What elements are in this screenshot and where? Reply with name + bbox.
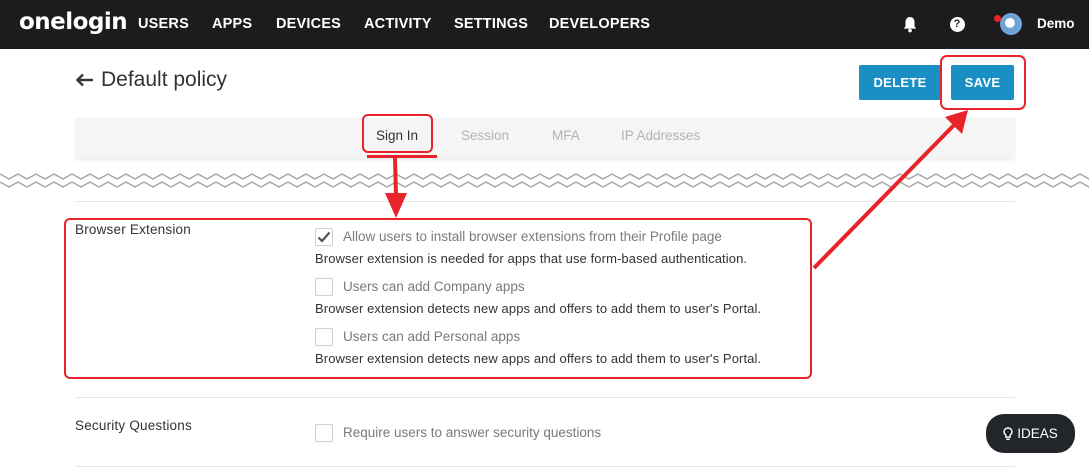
nav-devices[interactable]: DEVICES	[276, 16, 341, 32]
section-label-security-questions: Security Questions	[75, 418, 192, 433]
back-arrow-icon[interactable]	[75, 70, 95, 90]
annotation-box-save-button	[940, 55, 1026, 110]
active-tab-underline	[367, 155, 437, 158]
divider	[75, 397, 1015, 398]
annotation-box-browser-extension	[64, 218, 812, 379]
ideas-button[interactable]: IDEAS	[986, 414, 1075, 453]
tab-mfa[interactable]: MFA	[552, 128, 580, 143]
lightbulb-icon	[1003, 426, 1013, 440]
nav-users[interactable]: USERS	[138, 16, 189, 32]
tab-session[interactable]: Session	[461, 128, 509, 143]
checkbox-label-security-questions[interactable]: Require users to answer security questio…	[343, 425, 601, 440]
nav-developers[interactable]: DEVELOPERS	[549, 16, 650, 32]
checkbox-security-questions[interactable]	[315, 424, 333, 442]
nav-settings[interactable]: SETTINGS	[454, 16, 528, 32]
tab-ip-addresses[interactable]: IP Addresses	[621, 128, 700, 143]
ideas-label: IDEAS	[1017, 426, 1058, 441]
nav-activity[interactable]: ACTIVITY	[364, 16, 432, 32]
annotation-box-sign-in-tab	[362, 114, 433, 153]
policy-tabs: Sign In Session MFA IP Addresses	[75, 118, 1015, 158]
delete-button[interactable]: DELETE	[859, 65, 941, 100]
divider	[75, 466, 1015, 467]
page-title: Default policy	[101, 68, 228, 91]
page-break-separator	[0, 173, 1089, 188]
help-icon[interactable]: ?	[947, 14, 967, 34]
onelogin-logo[interactable]: onelogin	[19, 9, 128, 35]
top-navigation-bar: onelogin USERS APPS DEVICES ACTIVITY SET…	[0, 0, 1089, 49]
avatar[interactable]	[1000, 13, 1022, 35]
divider	[75, 201, 1015, 202]
help-glyph: ?	[949, 16, 965, 32]
user-name[interactable]: Demo	[1037, 16, 1075, 31]
bell-icon[interactable]	[900, 14, 920, 34]
annotation-arrow-down-head	[385, 193, 407, 218]
notification-dot	[994, 15, 1001, 22]
nav-apps[interactable]: APPS	[212, 16, 252, 32]
